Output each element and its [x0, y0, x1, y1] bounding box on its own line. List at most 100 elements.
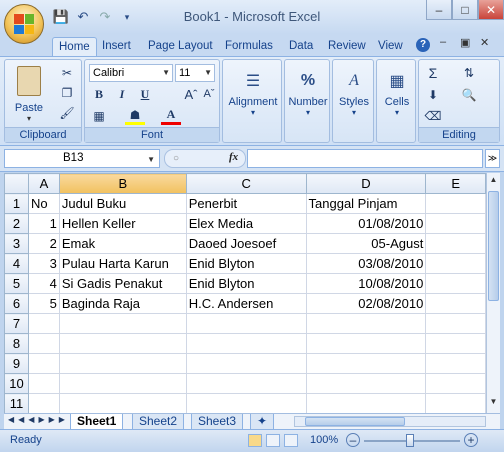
cell-c[interactable]: H.C. Andersen: [185, 293, 307, 314]
cell-b[interactable]: Emak: [58, 233, 187, 254]
sheet-tab-3[interactable]: Sheet3: [191, 414, 244, 430]
cell-d[interactable]: [305, 313, 427, 334]
cell-a[interactable]: 2: [27, 233, 60, 254]
expand-formula-bar-icon[interactable]: ≫: [485, 149, 500, 168]
cell-b[interactable]: Pulau Harta Karun: [58, 253, 187, 274]
cells-group[interactable]: ▦ Cells ▾: [376, 59, 416, 143]
zoom-slider-thumb[interactable]: [406, 434, 414, 447]
cell-c[interactable]: [185, 373, 307, 394]
cell-e[interactable]: [425, 273, 486, 294]
cell-b[interactable]: Baginda Raja: [58, 293, 187, 314]
row-header[interactable]: 9: [4, 353, 29, 374]
cell-d[interactable]: [305, 373, 427, 394]
column-header-c[interactable]: C: [185, 173, 307, 194]
row-header[interactable]: 1: [4, 193, 29, 214]
grow-font-icon[interactable]: Aˆ: [181, 85, 201, 103]
cell-b[interactable]: [58, 373, 187, 394]
cell-d[interactable]: [305, 393, 427, 413]
bold-button[interactable]: B: [89, 85, 109, 103]
row-header[interactable]: 10: [4, 373, 29, 394]
cell-a[interactable]: [27, 393, 60, 413]
cell-a[interactable]: [27, 353, 60, 374]
sheet-nav-icons[interactable]: ◀◀◀▶▶▶: [8, 415, 69, 424]
cell-c[interactable]: [185, 393, 307, 413]
number-group[interactable]: % Number ▾: [284, 59, 330, 143]
cell-a[interactable]: [27, 313, 60, 334]
cell-d[interactable]: 03/08/2010: [305, 253, 427, 274]
vertical-scroll-thumb[interactable]: [488, 191, 499, 301]
maximize-button[interactable]: □: [452, 0, 478, 20]
insert-function-button[interactable]: fx: [229, 151, 238, 163]
fill-icon[interactable]: ⬇: [423, 86, 443, 104]
column-header-a[interactable]: A: [27, 173, 60, 194]
fill-color-icon[interactable]: ☗: [125, 107, 145, 125]
shrink-font-icon[interactable]: Aˇ: [199, 85, 219, 103]
worksheet-grid[interactable]: A B C D E 1 No Judul Buku Penerbit Tanggal P…: [4, 173, 486, 413]
copy-icon[interactable]: ❐: [57, 84, 77, 102]
cut-icon[interactable]: ✂: [57, 64, 77, 82]
ribbon-minimize-icon[interactable]: –: [440, 36, 446, 48]
tab-view[interactable]: View: [372, 37, 409, 56]
vertical-scrollbar[interactable]: ▲ ▼: [486, 173, 500, 413]
italic-button[interactable]: I: [112, 85, 132, 103]
cell-e[interactable]: [425, 333, 486, 354]
cell-c[interactable]: Enid Blyton: [185, 253, 307, 274]
cell-e[interactable]: [425, 353, 486, 374]
ribbon-restore-icon[interactable]: ▣: [460, 36, 470, 49]
cell-a[interactable]: [27, 373, 60, 394]
paste-button[interactable]: Paste ▾: [9, 66, 49, 123]
font-name-select[interactable]: Calibri ▼: [89, 64, 173, 82]
row-header[interactable]: 3: [4, 233, 29, 254]
office-button[interactable]: [4, 4, 44, 44]
sort-filter-icon[interactable]: ⇅: [459, 64, 479, 82]
tab-home[interactable]: Home: [52, 37, 97, 56]
row-header[interactable]: 7: [4, 313, 29, 334]
borders-icon[interactable]: ▦: [89, 107, 109, 125]
cell-b[interactable]: Si Gadis Penakut: [58, 273, 187, 294]
cell-d[interactable]: Tanggal Pinjam: [305, 193, 427, 214]
cell-a[interactable]: No: [27, 193, 60, 214]
sheet-tab-1[interactable]: Sheet1: [70, 414, 124, 430]
underline-button[interactable]: U: [135, 85, 155, 103]
cell-b[interactable]: [58, 313, 187, 334]
normal-view-icon[interactable]: [248, 434, 262, 447]
cell-d[interactable]: 05-Agust: [305, 233, 427, 254]
zoom-in-icon[interactable]: +: [464, 433, 478, 447]
close-button[interactable]: ✕: [478, 0, 504, 20]
select-all-corner[interactable]: [4, 173, 29, 194]
cell-d[interactable]: 01/08/2010: [305, 213, 427, 234]
page-layout-view-icon[interactable]: [266, 434, 280, 447]
page-break-view-icon[interactable]: [284, 434, 298, 447]
cell-d[interactable]: 10/08/2010: [305, 273, 427, 294]
zoom-level[interactable]: 100%: [310, 434, 338, 446]
cell-a[interactable]: [27, 333, 60, 354]
column-header-b[interactable]: B: [58, 173, 187, 194]
find-select-icon[interactable]: 🔍: [459, 86, 479, 104]
cell-c[interactable]: Elex Media: [185, 213, 307, 234]
alignment-group[interactable]: ☰ Alignment ▾: [222, 59, 282, 143]
minimize-button[interactable]: –: [426, 0, 452, 20]
clear-icon[interactable]: ⌫: [423, 107, 443, 125]
row-header[interactable]: 2: [4, 213, 29, 234]
sheet-tab-2[interactable]: Sheet2: [132, 414, 185, 430]
cell-d[interactable]: [305, 333, 427, 354]
ribbon-close-icon[interactable]: ✕: [480, 36, 489, 49]
cell-b[interactable]: Judul Buku: [58, 193, 187, 214]
cell-a[interactable]: 1: [27, 213, 60, 234]
insert-sheet-icon[interactable]: ✦: [250, 414, 274, 430]
cell-c[interactable]: Daoed Joesoef: [185, 233, 307, 254]
font-color-icon[interactable]: A: [161, 107, 181, 125]
cell-d[interactable]: 02/08/2010: [305, 293, 427, 314]
scroll-up-icon[interactable]: ▲: [488, 175, 499, 187]
cell-c[interactable]: [185, 333, 307, 354]
row-header[interactable]: 6: [4, 293, 29, 314]
cell-e[interactable]: [425, 293, 486, 314]
autosum-icon[interactable]: Σ: [423, 64, 443, 82]
horizontal-scroll-thumb[interactable]: [305, 417, 405, 426]
tab-review[interactable]: Review: [322, 37, 372, 56]
styles-group[interactable]: A Styles ▾: [332, 59, 374, 143]
row-header[interactable]: 11: [4, 393, 29, 413]
cell-d[interactable]: [305, 353, 427, 374]
cell-b[interactable]: [58, 353, 187, 374]
format-painter-icon[interactable]: 🖌: [57, 104, 77, 122]
